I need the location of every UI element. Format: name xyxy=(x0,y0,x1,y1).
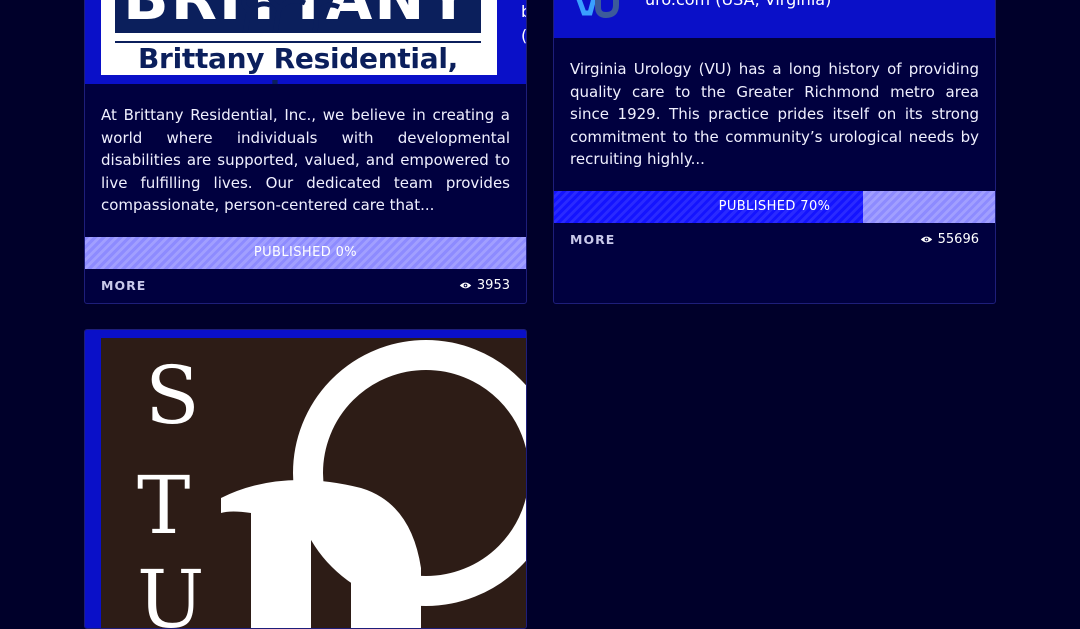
logo-letter: S xyxy=(145,349,200,442)
card-side-text: b xyxy=(521,2,526,21)
publish-progress-label: PUBLISHED 70% xyxy=(718,199,831,215)
view-count: 55696 xyxy=(920,232,979,247)
vu-logo-icon xyxy=(576,0,619,19)
more-link[interactable]: MORE xyxy=(570,232,615,247)
card-side-text: ( xyxy=(521,26,526,45)
project-card-brittany[interactable]: BRITTANY Brittany Residential, Inc. b ( … xyxy=(84,0,527,304)
card-description: At Brittany Residential, Inc., we believ… xyxy=(101,106,510,215)
card-footer: MORE 3953 xyxy=(85,269,526,303)
logo-letter: T xyxy=(137,459,191,552)
publish-progress-bar: PUBLISHED 0% xyxy=(85,236,526,269)
publish-progress-label: PUBLISHED 0% xyxy=(253,245,358,261)
card-header: S T U xyxy=(85,330,526,629)
view-count-value: 55696 xyxy=(937,232,979,248)
view-count: 3953 xyxy=(459,278,510,293)
card-header-title: uro.com (USA, Virginia) xyxy=(645,0,831,9)
view-count-value: 3953 xyxy=(476,278,510,294)
stu-logo: S T U xyxy=(101,338,526,629)
card-header: BRITTANY Brittany Residential, Inc. b ( xyxy=(85,0,526,84)
logo-company-name: Brittany Residential, Inc. xyxy=(115,41,481,84)
card-header: uro.com (USA, Virginia) xyxy=(554,0,995,38)
project-card-stu[interactable]: S T U xyxy=(84,329,527,629)
logo-tree-icon xyxy=(241,0,341,33)
publish-progress-bar: PUBLISHED 70% xyxy=(554,190,995,223)
logo-monogram-icon xyxy=(221,340,526,628)
more-link[interactable]: MORE xyxy=(101,278,146,293)
project-card-virginia-urology[interactable]: uro.com (USA, Virginia) Virginia Urology… xyxy=(553,0,996,304)
card-description: Virginia Urology (VU) has a long history… xyxy=(570,60,979,169)
brittany-logo: BRITTANY Brittany Residential, Inc. xyxy=(101,0,497,84)
eye-icon xyxy=(459,283,472,289)
card-footer: MORE 55696 xyxy=(554,223,995,257)
eye-icon xyxy=(920,237,932,243)
logo-letter: U xyxy=(137,553,205,629)
